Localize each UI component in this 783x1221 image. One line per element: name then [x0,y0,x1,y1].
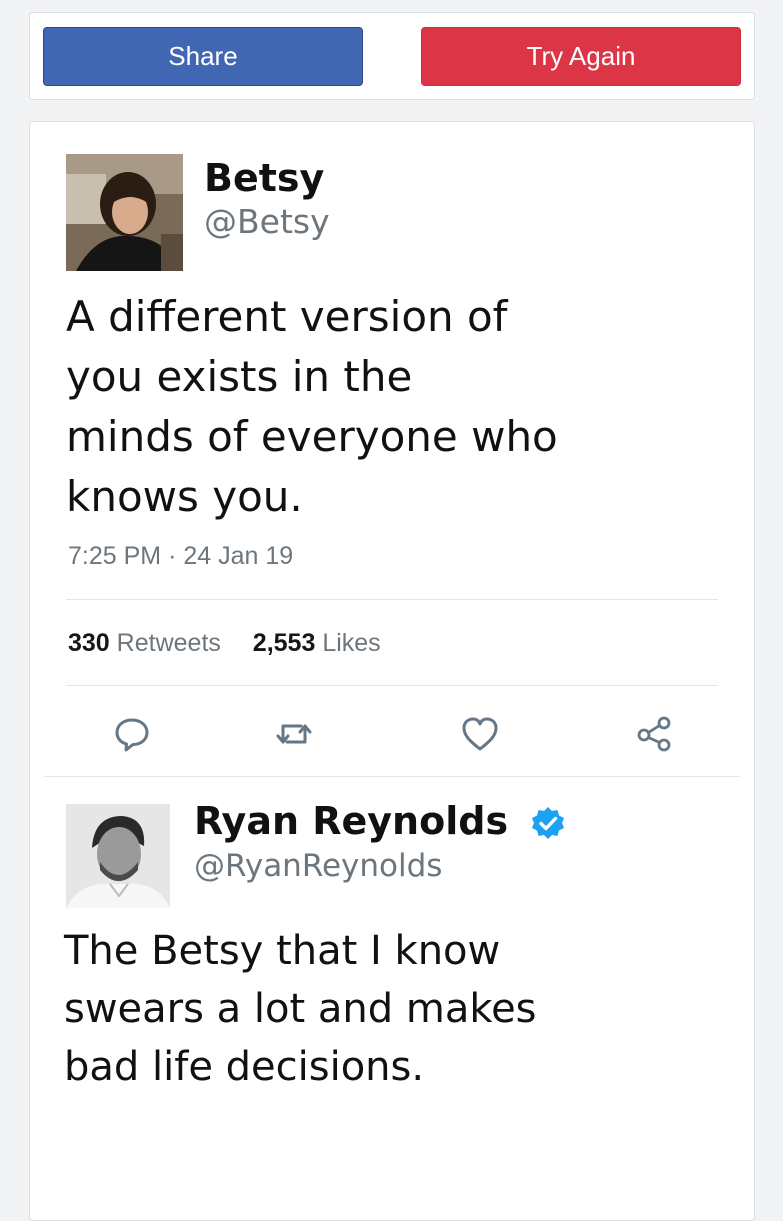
ryan-handle: @RyanReynolds [194,848,443,884]
tweet-stats: 330 Retweets 2,553 Likes [68,629,381,658]
divider [44,776,740,777]
timestamp-separator: · [168,542,184,570]
likes-count[interactable]: 2,553 [253,629,316,657]
share-icon[interactable] [634,714,674,754]
tweet-timestamp: 7:25 PM · 24 Jan 19 [68,542,293,571]
betsy-name: Betsy [204,156,325,200]
like-icon[interactable] [460,714,500,754]
retweets-label[interactable]: Retweets [117,629,221,657]
action-bar: Share Try Again [29,12,755,100]
tweet-card: Betsy @Betsy A different version of you … [29,121,755,1221]
share-button[interactable]: Share [43,27,363,86]
tweet-date: 24 Jan 19 [183,542,294,570]
reply-text-line: bad life decisions. [64,1044,425,1090]
retweets-count[interactable]: 330 [68,629,110,657]
betsy-avatar [66,154,183,271]
reply-icon[interactable] [112,714,152,754]
reply-text-line: The Betsy that I know [64,928,501,974]
divider [66,599,718,600]
try-again-button[interactable]: Try Again [421,27,741,86]
retweet-icon[interactable] [274,714,314,754]
tweet-time: 7:25 PM [68,542,162,570]
ryan-name: Ryan Reynolds [194,799,509,843]
likes-label[interactable]: Likes [322,629,380,657]
ryan-avatar [66,804,170,908]
reply-text-line: swears a lot and makes [64,986,537,1032]
tweet-text: A different version of you exists in the… [66,287,558,527]
verified-badge-icon [532,807,564,839]
tweet-text-line: A different version of [66,292,508,341]
tweet-text-line: knows you. [66,472,303,521]
reply-text: The Betsy that I know swears a lot and m… [64,922,537,1096]
tweet-text-line: minds of everyone who [66,412,558,461]
tweet-text-line: you exists in the [66,352,413,401]
divider [66,685,718,686]
betsy-handle: @Betsy [204,202,330,241]
